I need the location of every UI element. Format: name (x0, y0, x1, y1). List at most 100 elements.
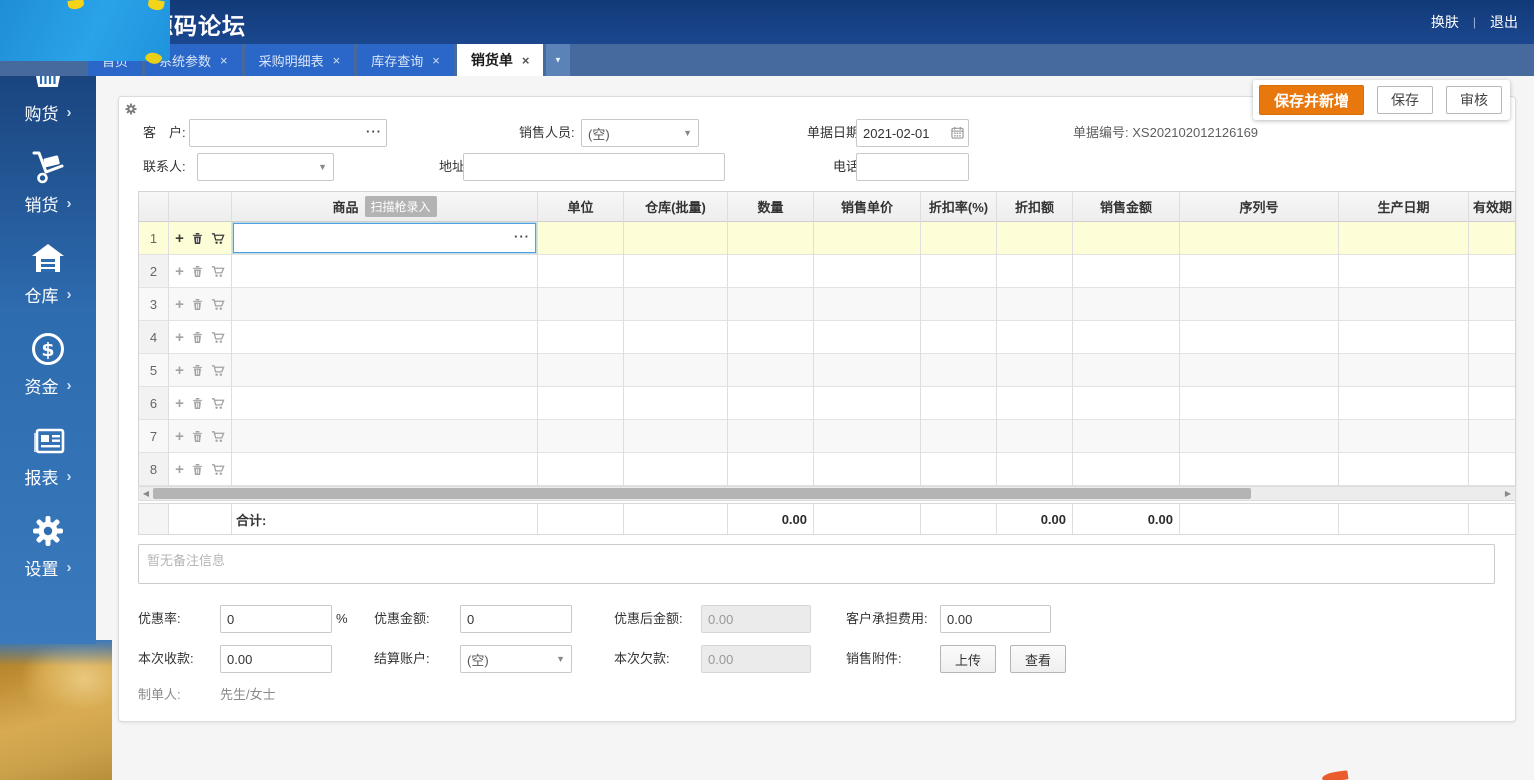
sidebar-item-warehouse[interactable]: 仓库› (0, 226, 96, 317)
tab-purchase-detail-label: 采购明细表 (259, 51, 324, 70)
scroll-right-arrow-icon[interactable]: ▶ (1501, 487, 1515, 500)
grid-cell (1469, 255, 1516, 288)
grid-cell (232, 420, 538, 453)
grid-cell (232, 255, 538, 288)
sidebar-item-funds[interactable]: $ 资金› (0, 317, 96, 408)
cart-row-icon[interactable] (211, 463, 225, 476)
grid-cell (814, 222, 921, 255)
settle-account-select[interactable]: (空) ▼ (460, 645, 572, 673)
sidebar-item-settings[interactable]: 设置› (0, 499, 96, 590)
delete-row-icon[interactable] (192, 232, 203, 245)
customer-fee-input[interactable] (940, 605, 1051, 633)
add-row-icon[interactable]: + (175, 330, 184, 345)
delete-row-icon[interactable] (192, 331, 203, 344)
product-field-wrap: ··· (233, 223, 536, 253)
grid-cell (1339, 387, 1469, 420)
close-icon[interactable]: × (432, 54, 440, 67)
add-row-icon[interactable]: + (175, 264, 184, 279)
tab-stock-query[interactable]: 库存查询 × (357, 44, 454, 76)
scroll-left-arrow-icon[interactable]: ◀ (139, 487, 153, 500)
contact-select[interactable]: ▼ (197, 153, 334, 181)
calendar-icon[interactable] (951, 126, 964, 144)
discount-amount-input[interactable] (460, 605, 572, 633)
delete-row-icon[interactable] (192, 397, 203, 410)
row-number: 6 (139, 387, 169, 420)
tab-overflow-button[interactable]: ▼ (546, 44, 570, 76)
add-row-icon[interactable]: + (175, 231, 184, 246)
row-number: 7 (139, 420, 169, 453)
discount-amount-label: 优惠金额: (374, 605, 430, 633)
grid-cell (1469, 288, 1516, 321)
salesperson-select[interactable]: (空) ▼ (581, 119, 699, 147)
sidebar-item-sales[interactable]: 销货› (0, 135, 96, 226)
sidebar: 购货› 销货› 仓库› $ 资金› 报表› (0, 44, 96, 644)
doc-number-value: XS202102012126169 (1132, 125, 1258, 140)
sidebar-item-reports[interactable]: 报表› (0, 408, 96, 499)
grid-cell (1073, 453, 1180, 486)
audit-button[interactable]: 审核 (1446, 86, 1502, 114)
cart-row-icon[interactable] (211, 232, 225, 245)
totals-row: 合计:0.000.000.00 (138, 503, 1516, 535)
close-icon[interactable]: × (220, 54, 228, 67)
column-header-label: 数量 (757, 197, 783, 216)
scrollbar-thumb[interactable] (153, 488, 1251, 499)
close-icon[interactable]: × (333, 54, 341, 67)
grid-row-8: 8+ (139, 453, 1515, 486)
add-row-icon[interactable]: + (175, 462, 184, 477)
panel-settings-gear-icon[interactable] (125, 102, 137, 114)
save-and-new-button[interactable]: 保存并新增 (1259, 85, 1364, 115)
column-header-label: 生产日期 (1377, 197, 1429, 216)
upload-button[interactable]: 上传 (940, 645, 996, 673)
phone-input[interactable] (856, 153, 969, 181)
grid-cell (1180, 321, 1339, 354)
totals-cell (1339, 504, 1469, 534)
tab-purchase-detail[interactable]: 采购明细表 × (245, 44, 355, 76)
cart-row-icon[interactable] (211, 331, 225, 344)
received-input[interactable] (220, 645, 332, 673)
delete-row-icon[interactable] (192, 463, 203, 476)
cart-row-icon[interactable] (211, 298, 225, 311)
grid-cell (1339, 420, 1469, 453)
add-row-icon[interactable]: + (175, 396, 184, 411)
grid-cell (1073, 288, 1180, 321)
scrollbar-track[interactable] (153, 487, 1501, 500)
after-discount-label: 优惠后金额: (614, 605, 683, 633)
chevron-down-icon: ▼ (554, 56, 562, 65)
totals-cell (1469, 504, 1516, 534)
delete-row-icon[interactable] (192, 364, 203, 377)
save-button[interactable]: 保存 (1377, 86, 1433, 114)
sidebar-item-label: 购货 (25, 100, 59, 125)
discount-rate-input[interactable] (220, 605, 332, 633)
cart-row-icon[interactable] (211, 430, 225, 443)
product-input[interactable] (233, 223, 536, 253)
cart-row-icon[interactable] (211, 397, 225, 410)
add-row-icon[interactable]: + (175, 429, 184, 444)
grid-cell (624, 321, 728, 354)
customer-input[interactable] (189, 119, 387, 147)
grid-cell (728, 453, 814, 486)
grid-cell (538, 255, 624, 288)
close-icon[interactable]: × (522, 54, 530, 67)
delete-row-icon[interactable] (192, 298, 203, 311)
add-row-icon[interactable]: + (175, 297, 184, 312)
address-input[interactable] (463, 153, 725, 181)
add-row-icon[interactable]: + (175, 363, 184, 378)
row-action-icons: + (175, 429, 225, 444)
sales-order-panel: 客 户: ··· 销售人员: (空) ▼ 单据日期: 单据编号: XS20210… (118, 96, 1516, 722)
customer-lookup-button[interactable]: ··· (366, 125, 382, 139)
delete-row-icon[interactable] (192, 430, 203, 443)
cart-row-icon[interactable] (211, 265, 225, 278)
row-actions: + (169, 222, 232, 255)
delete-row-icon[interactable] (192, 265, 203, 278)
remark-textarea[interactable] (138, 544, 1495, 584)
cart-row-icon[interactable] (211, 364, 225, 377)
grid-cell (538, 222, 624, 255)
view-button[interactable]: 查看 (1010, 645, 1066, 673)
scan-gun-entry-badge[interactable]: 扫描枪录入 (365, 196, 437, 217)
tab-sales-order[interactable]: 销货单 × (457, 44, 544, 76)
grid-cell (538, 453, 624, 486)
horizontal-scrollbar[interactable]: ◀ ▶ (138, 486, 1516, 501)
logout-link[interactable]: 退出 (1490, 12, 1518, 32)
product-lookup-button[interactable]: ··· (514, 231, 530, 243)
change-skin-link[interactable]: 换肤 (1431, 12, 1459, 32)
